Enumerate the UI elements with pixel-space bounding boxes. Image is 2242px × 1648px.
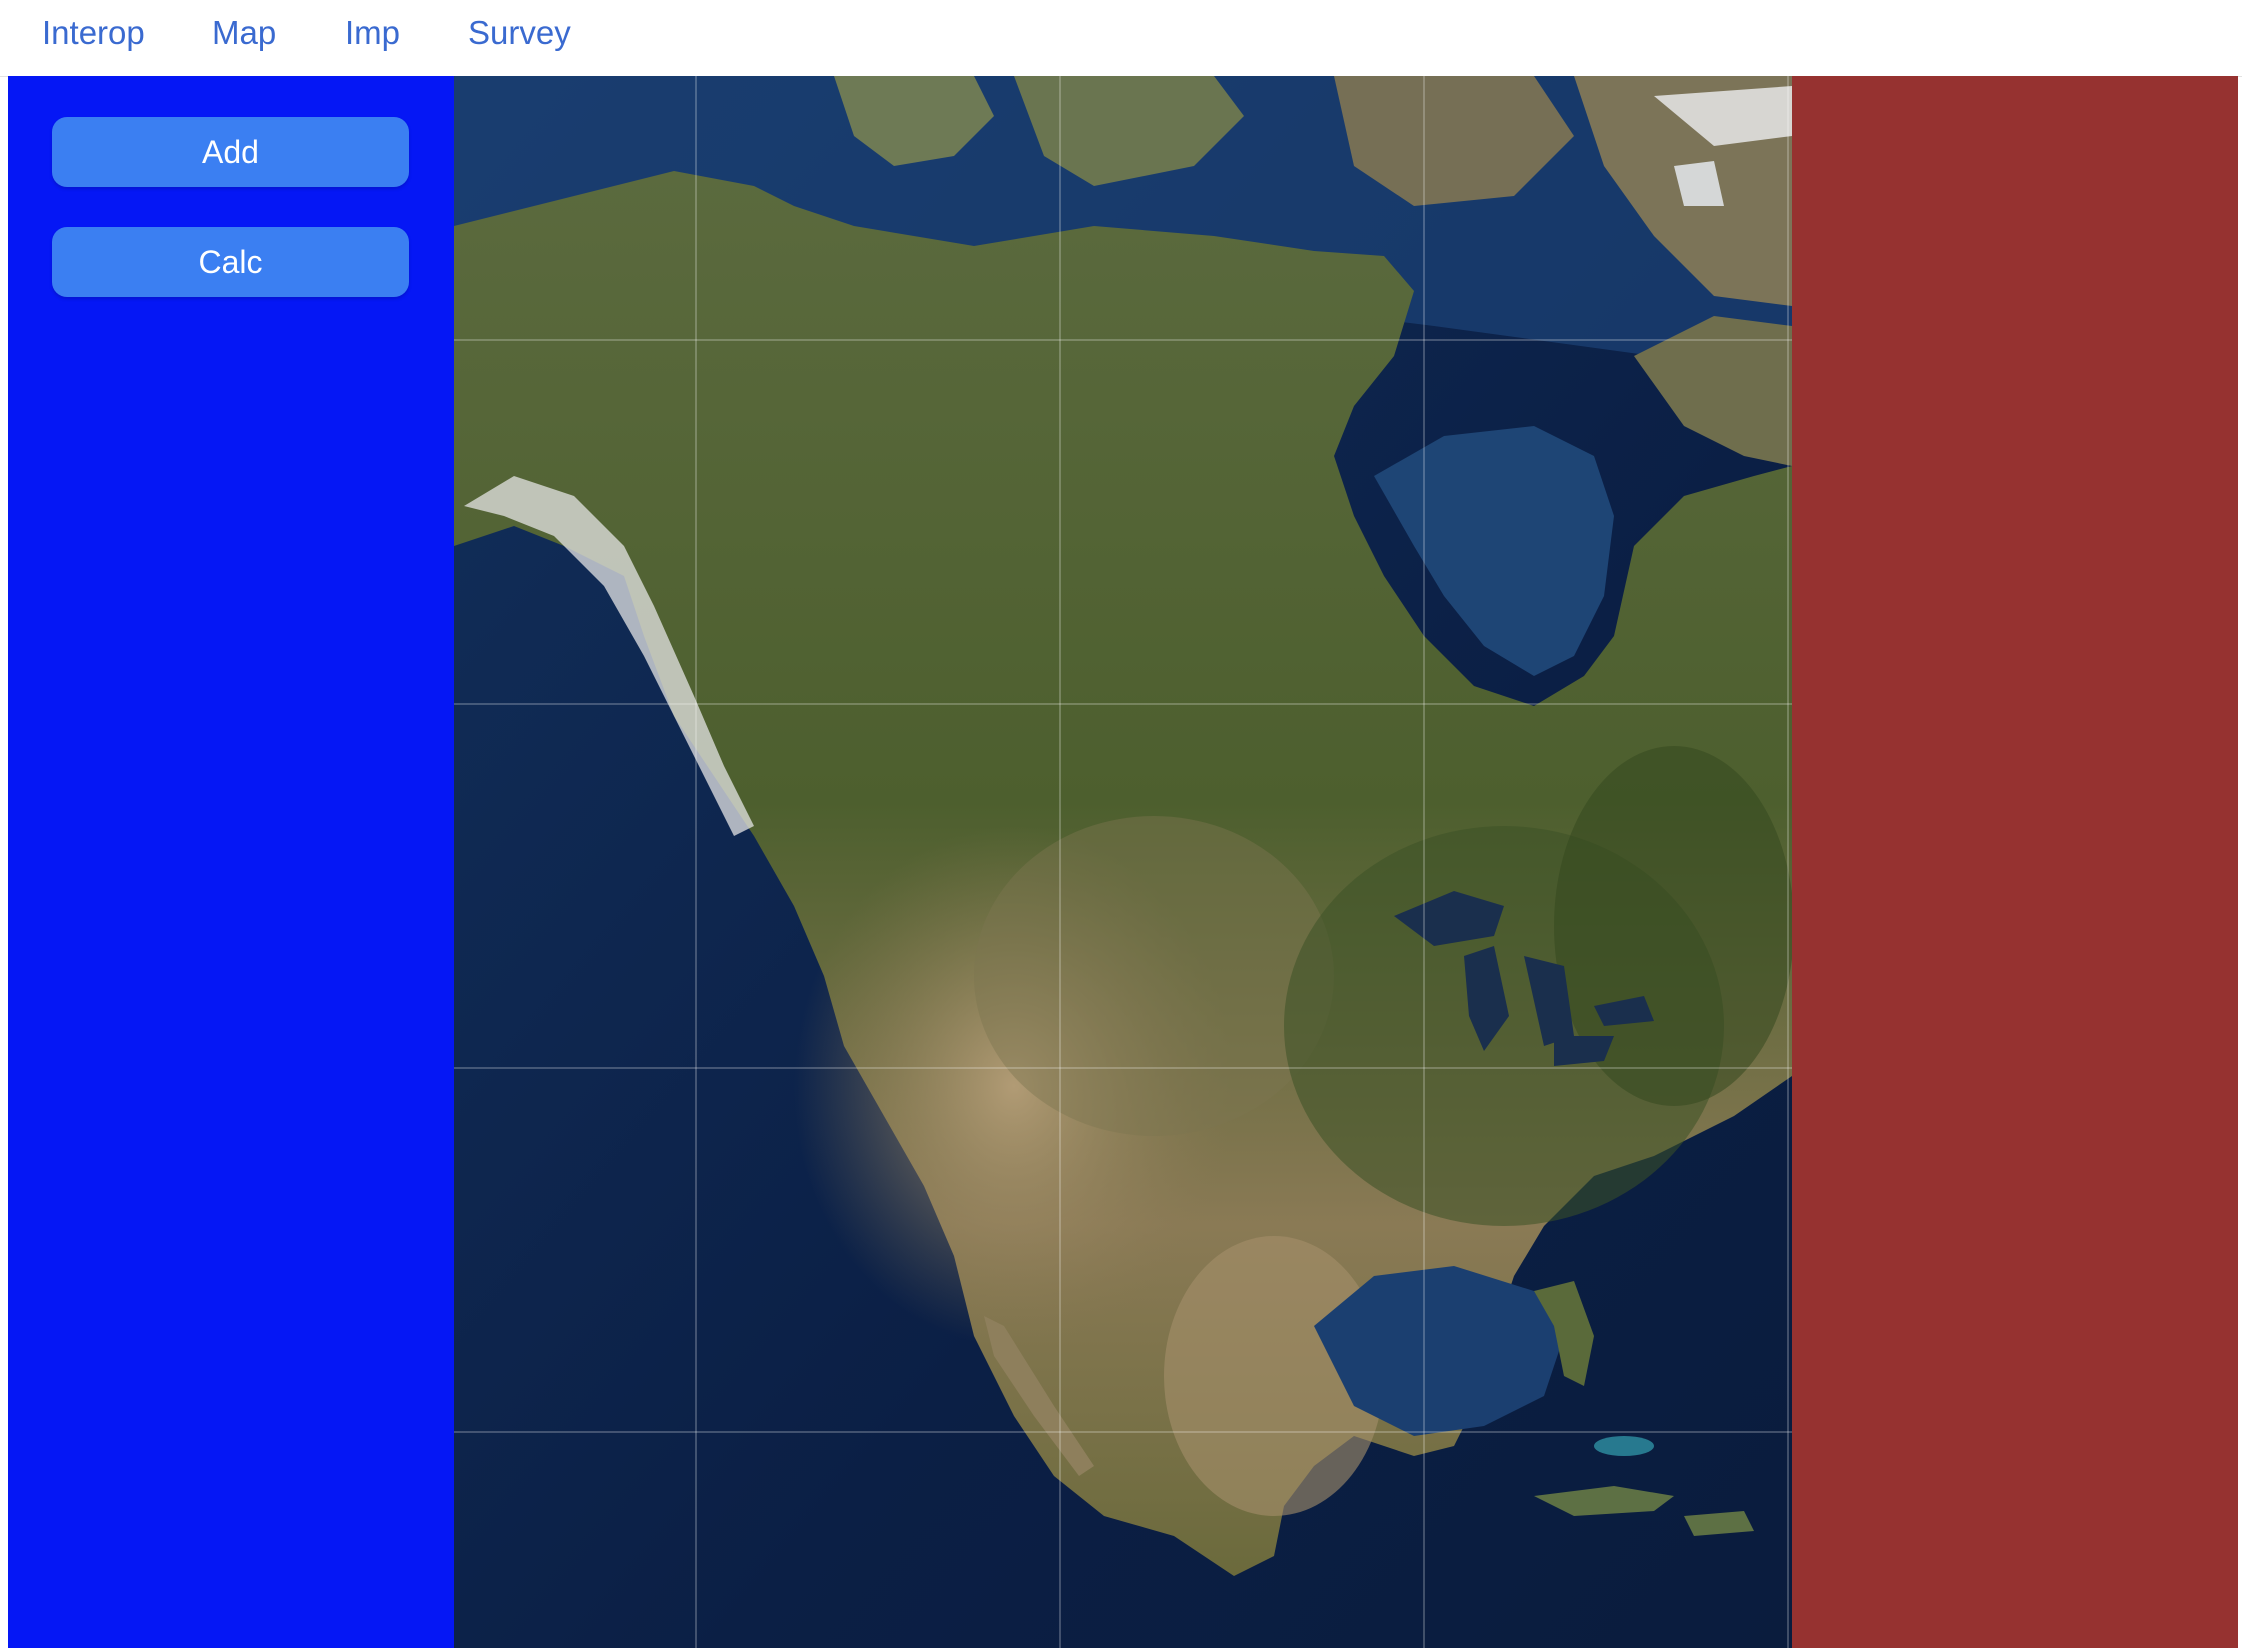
map-view[interactable]: [454, 76, 1792, 1648]
nav-link-interop[interactable]: Interop: [42, 14, 145, 52]
add-button[interactable]: Add: [52, 117, 409, 187]
right-panel: [1792, 76, 2238, 1648]
calc-button[interactable]: Calc: [52, 227, 409, 297]
nav-link-imp[interactable]: Imp: [345, 14, 400, 52]
top-nav: Interop Map Imp Survey: [0, 0, 2242, 77]
satellite-map: [454, 76, 1792, 1648]
nav-link-map[interactable]: Map: [212, 14, 276, 52]
left-sidebar: Add Calc: [8, 76, 454, 1648]
nav-link-survey[interactable]: Survey: [468, 14, 571, 52]
